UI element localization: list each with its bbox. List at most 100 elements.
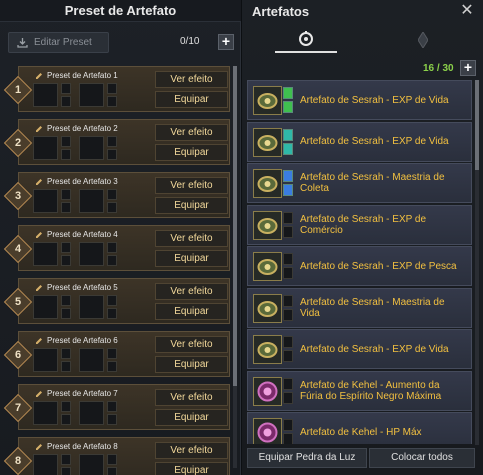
close-button[interactable]: ✕ (460, 3, 474, 19)
artifact-count: 16 / 30 (423, 63, 454, 74)
equip-button[interactable]: Equipar (155, 356, 228, 373)
artifact-item[interactable]: Artefato de Sesrah - EXP de Vida (247, 329, 472, 369)
preset-scrollbar[interactable] (233, 66, 237, 468)
equip-button[interactable]: Equipar (155, 462, 228, 475)
lightstone-slot[interactable] (61, 348, 71, 359)
lightstone-slot[interactable] (61, 414, 71, 425)
lightstone-slot[interactable] (107, 96, 117, 107)
view-effect-button[interactable]: Ver efeito (155, 389, 228, 406)
preset-name[interactable]: Preset de Artefato 4 (35, 230, 118, 239)
preset-scrollbar-thumb[interactable] (233, 66, 237, 386)
view-effect-button[interactable]: Ver efeito (155, 336, 228, 353)
artifact-name-label: Artefato de Sesrah - EXP de Vida (300, 343, 449, 355)
preset-name[interactable]: Preset de Artefato 8 (35, 442, 118, 451)
lightstone-slot[interactable] (107, 348, 117, 359)
pencil-icon (36, 284, 42, 291)
view-effect-button[interactable]: Ver efeito (155, 177, 228, 194)
lightstone-slot[interactable] (61, 136, 71, 147)
preset-name[interactable]: Preset de Artefato 6 (35, 336, 118, 345)
artifact-scrollbar-thumb[interactable] (475, 80, 479, 170)
lightstone-slot[interactable] (61, 255, 71, 266)
pencil-icon (36, 337, 42, 344)
lightstone-slot[interactable] (107, 83, 117, 94)
artifact-slot[interactable] (33, 401, 58, 425)
artifact-slot[interactable] (33, 242, 58, 266)
lightstone-slot[interactable] (107, 454, 117, 465)
artifact-item[interactable]: Artefato de Kehel - HP Máx (247, 412, 472, 444)
add-preset-button[interactable]: + (218, 34, 234, 50)
artifact-slot[interactable] (79, 348, 104, 372)
panel-title: Artefatos (252, 4, 310, 19)
lightstone-slot[interactable] (61, 242, 71, 253)
equip-button[interactable]: Equipar (155, 197, 228, 214)
lightstone-slot[interactable] (107, 401, 117, 412)
artifact-slot[interactable] (33, 454, 58, 475)
artifact-slot[interactable] (33, 348, 58, 372)
artifact-item[interactable]: Artefato de Sesrah - EXP de Comércio (247, 204, 472, 245)
artifact-slot[interactable] (33, 83, 58, 107)
preset-name[interactable]: Preset de Artefato 3 (35, 177, 118, 186)
lightstone-slot[interactable] (61, 202, 71, 213)
equip-button[interactable]: Equipar (155, 409, 228, 426)
lightstone-slot[interactable] (107, 467, 117, 475)
lightstone-slot[interactable] (107, 414, 117, 425)
lightstone-slot[interactable] (61, 401, 71, 412)
equip-button[interactable]: Equipar (155, 303, 228, 320)
artifact-slot[interactable] (79, 242, 104, 266)
artifact-item[interactable]: Artefato de Sesrah - EXP de Pesca (247, 246, 472, 286)
equip-button[interactable]: Equipar (155, 250, 228, 267)
lightstone-slot[interactable] (107, 308, 117, 319)
equip-button[interactable]: Equipar (155, 91, 228, 108)
artifact-slot[interactable] (79, 295, 104, 319)
preset-name[interactable]: Preset de Artefato 1 (35, 71, 118, 80)
preset-number-badge: 6 (3, 340, 33, 370)
artifact-slot[interactable] (79, 454, 104, 475)
view-effect-button[interactable]: Ver efeito (155, 442, 228, 459)
artifact-slot[interactable] (79, 83, 104, 107)
artifact-item[interactable]: Artefato de Sesrah - EXP de Vida (247, 121, 472, 162)
lightstone-slot[interactable] (61, 295, 71, 306)
artifact-item[interactable]: Artefato de Kehel - Aumento da Fúria do … (247, 370, 472, 411)
lightstone-slot[interactable] (61, 83, 71, 94)
lightstone-slot[interactable] (61, 361, 71, 372)
artifact-slot[interactable] (33, 295, 58, 319)
artifact-item[interactable]: Artefato de Sesrah - Maestria de Vida (247, 287, 472, 328)
lightstone-slot[interactable] (61, 96, 71, 107)
lightstone-slot[interactable] (107, 136, 117, 147)
preset-name[interactable]: Preset de Artefato 7 (35, 389, 118, 398)
lightstone-slot[interactable] (107, 202, 117, 213)
preset-name[interactable]: Preset de Artefato 5 (35, 283, 118, 292)
lightstone-slot[interactable] (61, 308, 71, 319)
lightstone-slot[interactable] (107, 149, 117, 160)
equip-lightstone-button[interactable]: Equipar Pedra da Luz (247, 448, 367, 468)
add-artifact-slot-button[interactable]: + (460, 60, 476, 76)
tab-lightstones[interactable] (392, 26, 454, 53)
lightstone-slot[interactable] (107, 189, 117, 200)
lightstone-slot[interactable] (61, 454, 71, 465)
artifact-slot[interactable] (79, 189, 104, 213)
artifact-slot[interactable] (79, 136, 104, 160)
lightstone-slot[interactable] (61, 467, 71, 475)
artifact-item[interactable]: Artefato de Sesrah - EXP de Vida (247, 80, 472, 120)
view-effect-button[interactable]: Ver efeito (155, 283, 228, 300)
lightstone-slot[interactable] (107, 255, 117, 266)
lightstone-slot[interactable] (61, 149, 71, 160)
lightstone-slot[interactable] (107, 295, 117, 306)
view-effect-button[interactable]: Ver efeito (155, 71, 228, 88)
artifact-slot[interactable] (79, 401, 104, 425)
preset-name[interactable]: Preset de Artefato 2 (35, 124, 118, 133)
artifact-slot[interactable] (33, 189, 58, 213)
lightstone-slot[interactable] (107, 361, 117, 372)
view-effect-button[interactable]: Ver efeito (155, 124, 228, 141)
view-effect-button[interactable]: Ver efeito (155, 230, 228, 247)
equip-button[interactable]: Equipar (155, 144, 228, 161)
place-all-button[interactable]: Colocar todos (369, 448, 475, 468)
edit-preset-button[interactable]: Editar Preset (8, 32, 109, 53)
lightstone-slot[interactable] (61, 189, 71, 200)
artifact-slot[interactable] (33, 136, 58, 160)
preset-card: 7 Preset de Artefato 7 Ver efeito Equipa… (3, 384, 230, 430)
artifact-scrollbar[interactable] (475, 80, 479, 445)
artifact-item[interactable]: Artefato de Sesrah - Maestria de Coleta (247, 163, 472, 203)
tab-artifacts[interactable] (275, 26, 337, 53)
lightstone-slot[interactable] (107, 242, 117, 253)
